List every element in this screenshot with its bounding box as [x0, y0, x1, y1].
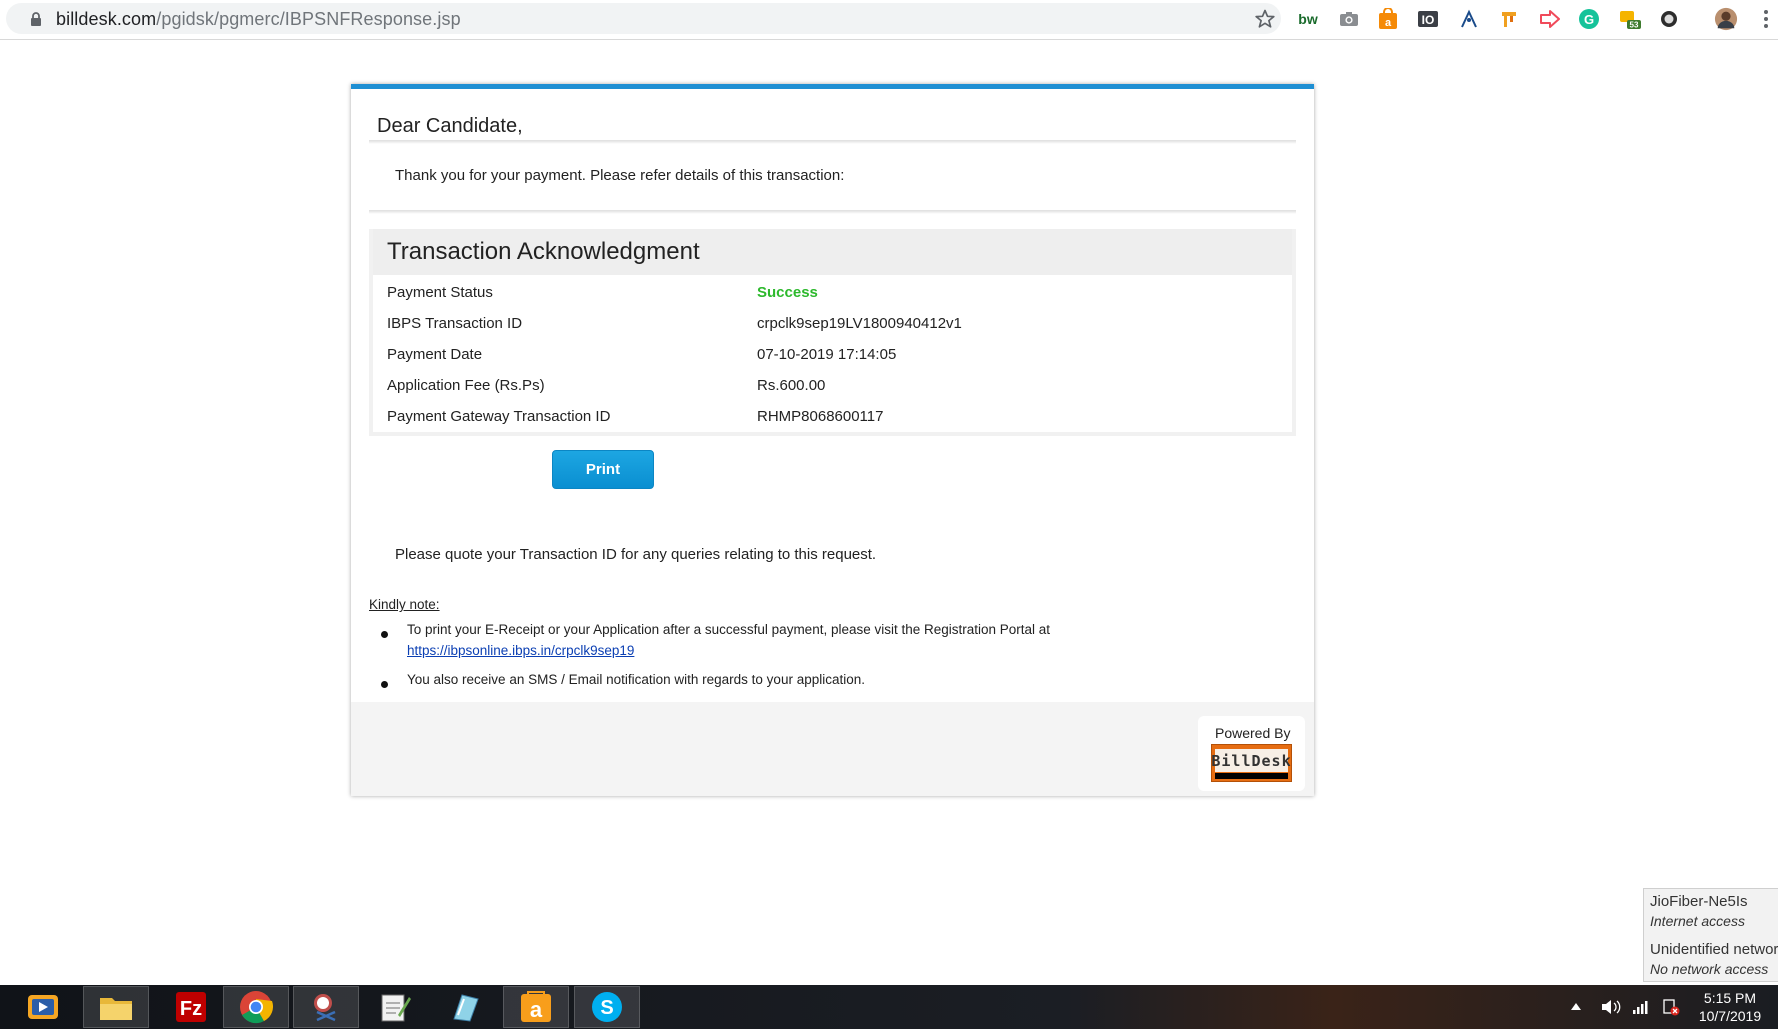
media-player-taskbar-icon[interactable] [10, 986, 76, 1028]
table-row: Payment Status Success [387, 284, 1277, 304]
payment-status-value: Success [757, 284, 818, 301]
note-text: You also receive an SMS / Email notifica… [407, 672, 865, 687]
divider [369, 140, 1296, 144]
bullet [381, 631, 388, 638]
note-item: To print your E-Receipt or your Applicat… [407, 619, 1207, 661]
network-name[interactable]: JioFiber-Ne5Is [1650, 893, 1748, 910]
powered-by-badge: Powered By BillDesk [1198, 716, 1305, 791]
address-bar[interactable]: billdesk.com/pgidsk/pgmerc/IBPSNFRespons… [6, 3, 1281, 34]
note-item: You also receive an SMS / Email notifica… [407, 669, 1207, 690]
row-label: Application Fee (Rs.Ps) [387, 377, 545, 394]
quote-transaction-message: Please quote your Transaction ID for any… [395, 546, 877, 563]
show-hidden-icons-button[interactable] [1570, 985, 1582, 1029]
greeting-heading: Dear Candidate, [377, 115, 523, 137]
lock-icon[interactable] [30, 12, 42, 26]
clock-date: 10/7/2019 [1698, 1008, 1762, 1024]
network-name[interactable]: Unidentified networ [1650, 941, 1778, 958]
network-status: Internet access [1650, 913, 1745, 929]
registration-portal-link[interactable]: https://ibpsonline.ibps.in/crpclk9sep19 [407, 643, 634, 658]
bw-extension-icon[interactable]: bw [1296, 7, 1320, 31]
ibps-transaction-id-value: crpclk9sep19LV1800940412v1 [757, 315, 962, 332]
application-fee-value: Rs.600.00 [757, 377, 826, 394]
table-row: IBPS Transaction ID crpclk9sep19LV180094… [387, 315, 1277, 335]
grammarly-extension-icon[interactable]: G [1577, 7, 1601, 31]
arrow-extension-icon[interactable] [1538, 7, 1562, 31]
row-label: Payment Status [387, 284, 493, 301]
counter-extension-icon[interactable]: 53 [1618, 7, 1642, 31]
ack-header: Transaction Acknowledgment [373, 229, 1292, 275]
paint-app-taskbar-icon[interactable] [432, 986, 498, 1028]
table-row: Application Fee (Rs.Ps) Rs.600.00 [387, 377, 1277, 397]
table-row: Payment Gateway Transaction ID RHMP80686… [387, 408, 1277, 428]
svg-text:IO: IO [1422, 13, 1435, 27]
billdesk-logo-text: BillDesk [1211, 749, 1291, 772]
logo-tagline-strip [1215, 773, 1288, 779]
svg-text:S: S [600, 997, 613, 1019]
network-status: No network access [1650, 961, 1769, 977]
note-text: To print your E-Receipt or your Applicat… [407, 622, 1051, 637]
file-explorer-taskbar-icon[interactable] [83, 986, 149, 1028]
chrome-taskbar-icon[interactable] [223, 986, 289, 1028]
bookmark-star-icon[interactable] [1255, 9, 1275, 29]
powered-by-label: Powered By [1215, 725, 1291, 741]
row-label: Payment Gateway Transaction ID [387, 408, 611, 425]
circle-extension-icon[interactable] [1657, 7, 1681, 31]
pen-tool-extension-icon[interactable] [1457, 7, 1481, 31]
row-label: Payment Date [387, 346, 483, 363]
amazon-app-taskbar-icon[interactable]: a [503, 986, 569, 1028]
billdesk-logo: BillDesk [1211, 744, 1292, 782]
svg-text:Fz: Fz [180, 998, 202, 1020]
svg-text:G: G [1584, 12, 1594, 27]
table-row: Payment Date 07-10-2019 17:14:05 [387, 346, 1277, 366]
divider [369, 210, 1296, 214]
chevron-up-icon[interactable] [1570, 1002, 1582, 1012]
volume-icon[interactable] [1600, 985, 1622, 1029]
payment-response-card: Dear Candidate, Thank you for your payme… [351, 84, 1314, 796]
network-flyout: JioFiber-Ne5Is Internet access Unidentif… [1643, 888, 1778, 982]
svg-text:a: a [530, 997, 543, 1022]
filezilla-taskbar-icon[interactable]: Fz [158, 986, 224, 1028]
bullet [381, 681, 388, 688]
snipping-tool-taskbar-icon[interactable] [293, 986, 359, 1028]
io-extension-icon[interactable]: IO [1416, 7, 1440, 31]
svg-text:a: a [1385, 17, 1392, 29]
skype-taskbar-icon[interactable]: S [574, 986, 640, 1028]
transaction-acknowledgment-table: Transaction Acknowledgment Payment Statu… [369, 229, 1296, 436]
camera-extension-icon[interactable] [1337, 7, 1361, 31]
url-text[interactable]: billdesk.com/pgidsk/pgmerc/IBPSNFRespons… [56, 9, 461, 30]
browser-toolbar: billdesk.com/pgidsk/pgmerc/IBPSNFRespons… [0, 0, 1778, 40]
clock-time: 5:15 PM [1703, 990, 1757, 1006]
bookmark-tool-extension-icon[interactable] [1497, 7, 1521, 31]
row-label: IBPS Transaction ID [387, 315, 523, 332]
profile-avatar[interactable] [1714, 7, 1738, 31]
gateway-transaction-id-value: RHMP8068600117 [757, 408, 884, 425]
payment-date-value: 07-10-2019 17:14:05 [757, 346, 897, 363]
action-center-alert-icon[interactable] [1662, 985, 1680, 1029]
system-clock[interactable]: 5:15 PM 10/7/2019 [1690, 989, 1770, 1025]
menu-dots-icon[interactable] [1754, 7, 1778, 31]
network-signal-icon[interactable] [1632, 985, 1650, 1029]
taskbar: Fz a S 5:15 PM 10/7/2019 [0, 985, 1778, 1029]
kindly-note-heading: Kindly note: [369, 597, 440, 612]
svg-text:53: 53 [1630, 21, 1639, 30]
thanks-message: Thank you for your payment. Please refer… [395, 167, 845, 184]
print-button[interactable]: Print [552, 450, 654, 489]
shopping-bag-extension-icon[interactable]: a [1376, 7, 1400, 31]
ack-title: Transaction Acknowledgment [387, 238, 700, 265]
notepad-plus-taskbar-icon[interactable] [362, 986, 428, 1028]
card-body: Dear Candidate, Thank you for your payme… [351, 89, 1314, 702]
